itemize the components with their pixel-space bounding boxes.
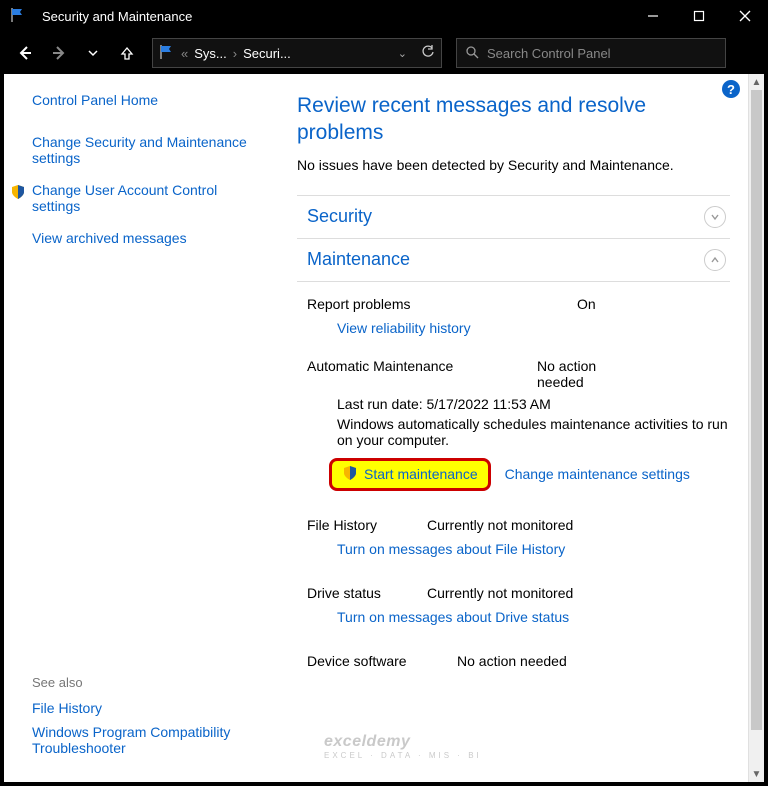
watermark: exceldemy EXCEL · DATA · MIS · BI bbox=[324, 733, 482, 760]
control-panel-home-link[interactable]: Control Panel Home bbox=[32, 92, 158, 108]
flag-icon bbox=[159, 44, 175, 63]
flag-icon bbox=[10, 7, 34, 26]
see-also-header: See also bbox=[32, 675, 265, 690]
start-maintenance-label: Start maintenance bbox=[364, 466, 478, 482]
change-security-settings-link[interactable]: Change Security and Maintenance settings bbox=[32, 134, 265, 166]
toolbar: « Sys... › Securi... ⌄ Search Control Pa… bbox=[0, 32, 768, 74]
window-title: Security and Maintenance bbox=[42, 9, 630, 24]
drive-status-label: Drive status bbox=[307, 585, 427, 601]
drive-status-msgs-link[interactable]: Turn on messages about Drive status bbox=[337, 609, 569, 625]
up-button[interactable] bbox=[112, 38, 142, 68]
window: Security and Maintenance « Sys. bbox=[0, 0, 768, 786]
shield-icon bbox=[10, 184, 26, 203]
titlebar: Security and Maintenance bbox=[0, 0, 768, 32]
watermark-sub: EXCEL · DATA · MIS · BI bbox=[324, 751, 482, 760]
maintenance-section-header[interactable]: Maintenance bbox=[297, 238, 730, 281]
maintenance-body: Report problems On View reliability hist… bbox=[297, 281, 730, 673]
maximize-button[interactable] bbox=[676, 0, 722, 32]
breadcrumb-sep: « bbox=[179, 46, 190, 61]
view-archived-link[interactable]: View archived messages bbox=[32, 230, 187, 246]
recent-dropdown[interactable] bbox=[78, 38, 108, 68]
file-history-label: File History bbox=[307, 517, 427, 533]
report-problems-value: On bbox=[577, 296, 596, 312]
change-uac-settings-link[interactable]: Change User Account Control settings bbox=[32, 182, 265, 214]
watermark-main: exceldemy bbox=[324, 733, 482, 751]
help-button[interactable]: ? bbox=[722, 80, 740, 98]
content: ? Control Panel Home Change Security and… bbox=[4, 74, 764, 782]
start-maintenance-button[interactable]: Start maintenance bbox=[329, 458, 491, 491]
search-box[interactable]: Search Control Panel bbox=[456, 38, 726, 68]
page-heading: Review recent messages and resolve probl… bbox=[297, 92, 730, 147]
search-icon bbox=[465, 45, 479, 62]
scroll-down-icon[interactable]: ▼ bbox=[749, 766, 764, 782]
main: Review recent messages and resolve probl… bbox=[279, 74, 748, 782]
shield-icon bbox=[342, 465, 358, 484]
last-run-date: Last run date: 5/17/2022 11:53 AM bbox=[307, 394, 730, 414]
address-bar[interactable]: « Sys... › Securi... ⌄ bbox=[152, 38, 442, 68]
file-history-msgs-link[interactable]: Turn on messages about File History bbox=[337, 541, 565, 557]
chevron-down-icon[interactable]: ⌄ bbox=[398, 47, 407, 60]
breadcrumb-item[interactable]: Sys... bbox=[194, 46, 227, 61]
scrollbar[interactable]: ▲ ▼ bbox=[748, 74, 764, 782]
sidebar: Control Panel Home Change Security and M… bbox=[4, 74, 279, 782]
file-history-value: Currently not monitored bbox=[427, 517, 573, 533]
minimize-button[interactable] bbox=[630, 0, 676, 32]
see-also-compat-troubleshooter[interactable]: Windows Program Compatibility Troublesho… bbox=[32, 724, 265, 756]
chevron-down-icon bbox=[704, 206, 726, 228]
scroll-thumb[interactable] bbox=[751, 90, 762, 730]
breadcrumb-item[interactable]: Securi... bbox=[243, 46, 291, 61]
see-also: See also File History Windows Program Co… bbox=[32, 675, 265, 764]
security-title: Security bbox=[307, 206, 372, 227]
chevron-up-icon bbox=[704, 249, 726, 271]
see-also-file-history[interactable]: File History bbox=[32, 700, 265, 716]
device-software-label: Device software bbox=[307, 653, 457, 669]
security-section-header[interactable]: Security bbox=[297, 195, 730, 238]
auto-maint-value: No action needed bbox=[537, 358, 627, 390]
refresh-icon[interactable] bbox=[421, 45, 435, 62]
forward-button[interactable] bbox=[44, 38, 74, 68]
view-reliability-link[interactable]: View reliability history bbox=[337, 320, 471, 336]
maintenance-title: Maintenance bbox=[307, 249, 410, 270]
search-placeholder: Search Control Panel bbox=[487, 46, 611, 61]
auto-maint-label: Automatic Maintenance bbox=[307, 358, 537, 390]
scroll-up-icon[interactable]: ▲ bbox=[749, 74, 764, 90]
drive-status-value: Currently not monitored bbox=[427, 585, 573, 601]
breadcrumb-sep: › bbox=[231, 46, 239, 61]
report-problems-label: Report problems bbox=[307, 296, 577, 312]
page-subtext: No issues have been detected by Security… bbox=[297, 157, 730, 173]
back-button[interactable] bbox=[10, 38, 40, 68]
auto-maint-desc: Windows automatically schedules maintena… bbox=[307, 414, 730, 450]
close-button[interactable] bbox=[722, 0, 768, 32]
device-software-value: No action needed bbox=[457, 653, 567, 669]
change-maint-settings-link[interactable]: Change maintenance settings bbox=[505, 466, 690, 482]
